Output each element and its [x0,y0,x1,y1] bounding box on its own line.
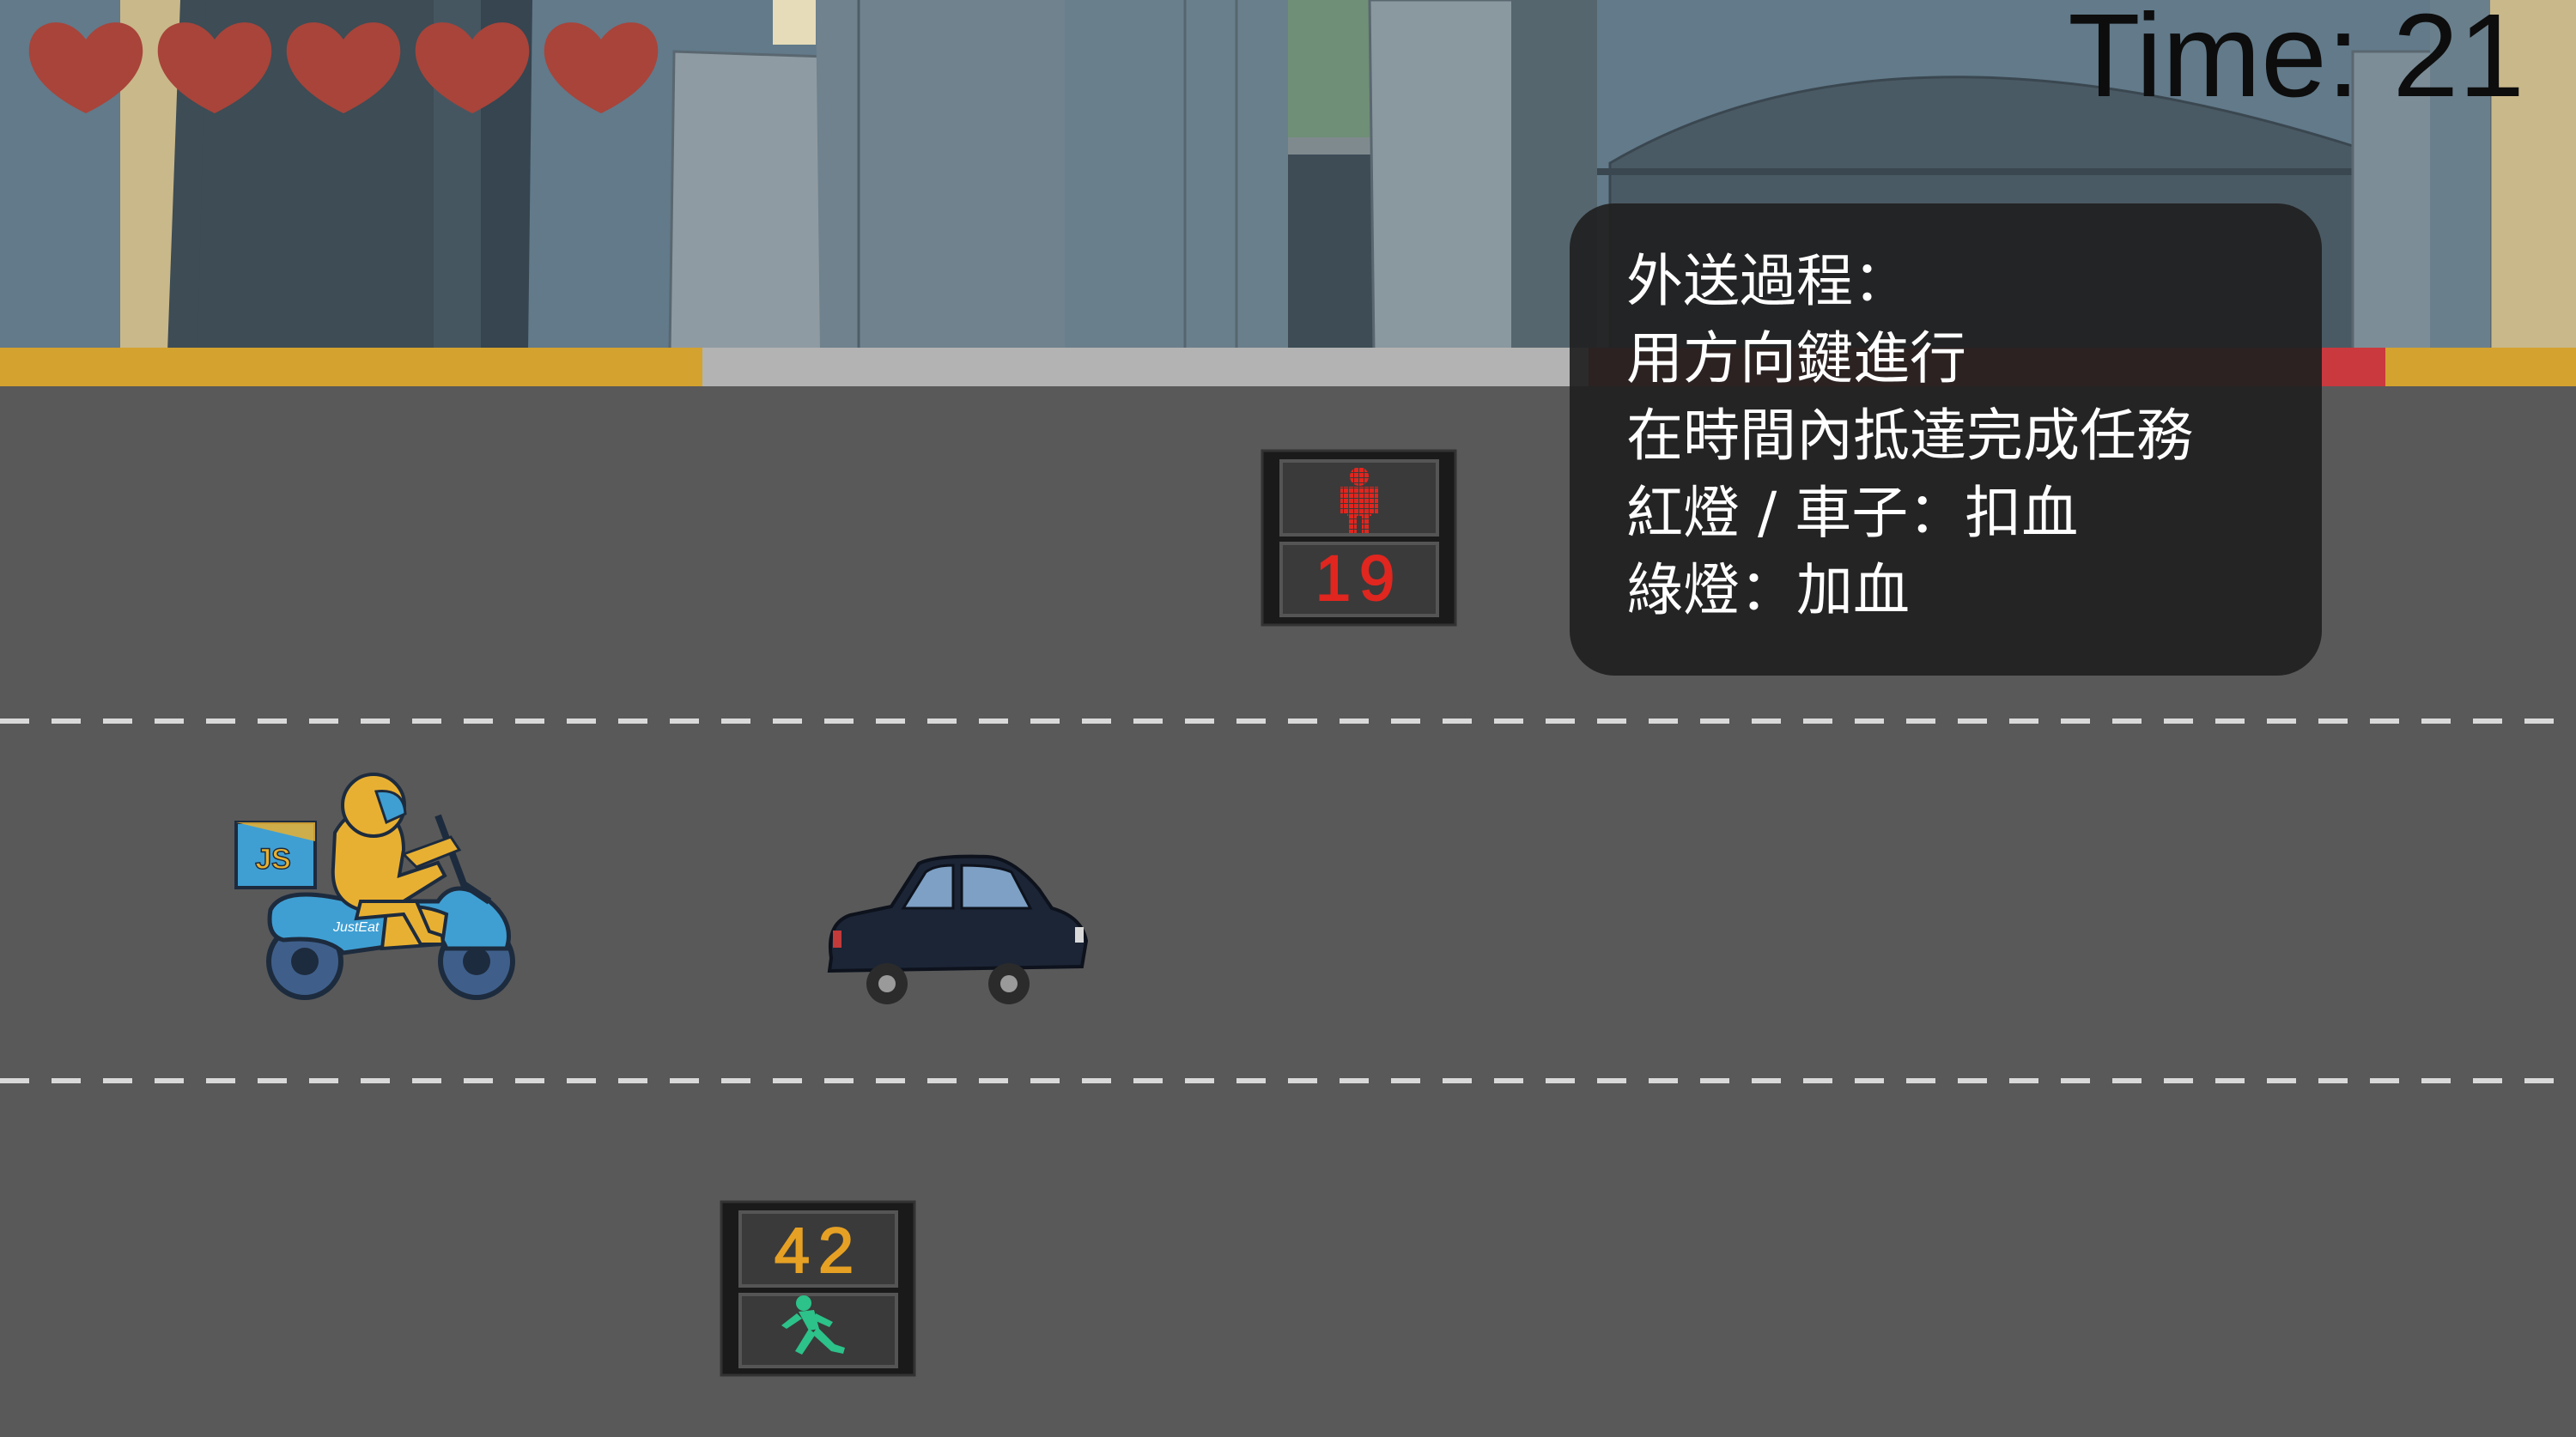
instructions-line: 用方向鍵進行 [1626,325,1966,391]
instructions-line: 外送過程： [1626,248,1910,314]
pedestrian-signal-upper: 19 [1261,449,1457,627]
delivery-box-logo: JS [255,843,291,876]
instructions-line: 紅燈 / 車子：扣血 [1626,480,2079,546]
instructions-line: 在時間內抵達完成任務 [1626,403,2193,469]
timer-label: Time: 21 [2068,0,2524,122]
countdown-digits: 42 [775,1215,862,1286]
countdown-digits: 19 [1315,543,1403,614]
pedestrian-signal-lower: 42 [720,1200,916,1377]
instructions-line: 綠燈：加血 [1626,557,1910,623]
instructions-panel: 外送過程： 用方向鍵進行 在時間內抵達完成任務 紅燈 / 車子：扣血 綠燈：加血 [1570,203,2322,676]
scooter-logo: JustEat [332,920,380,935]
